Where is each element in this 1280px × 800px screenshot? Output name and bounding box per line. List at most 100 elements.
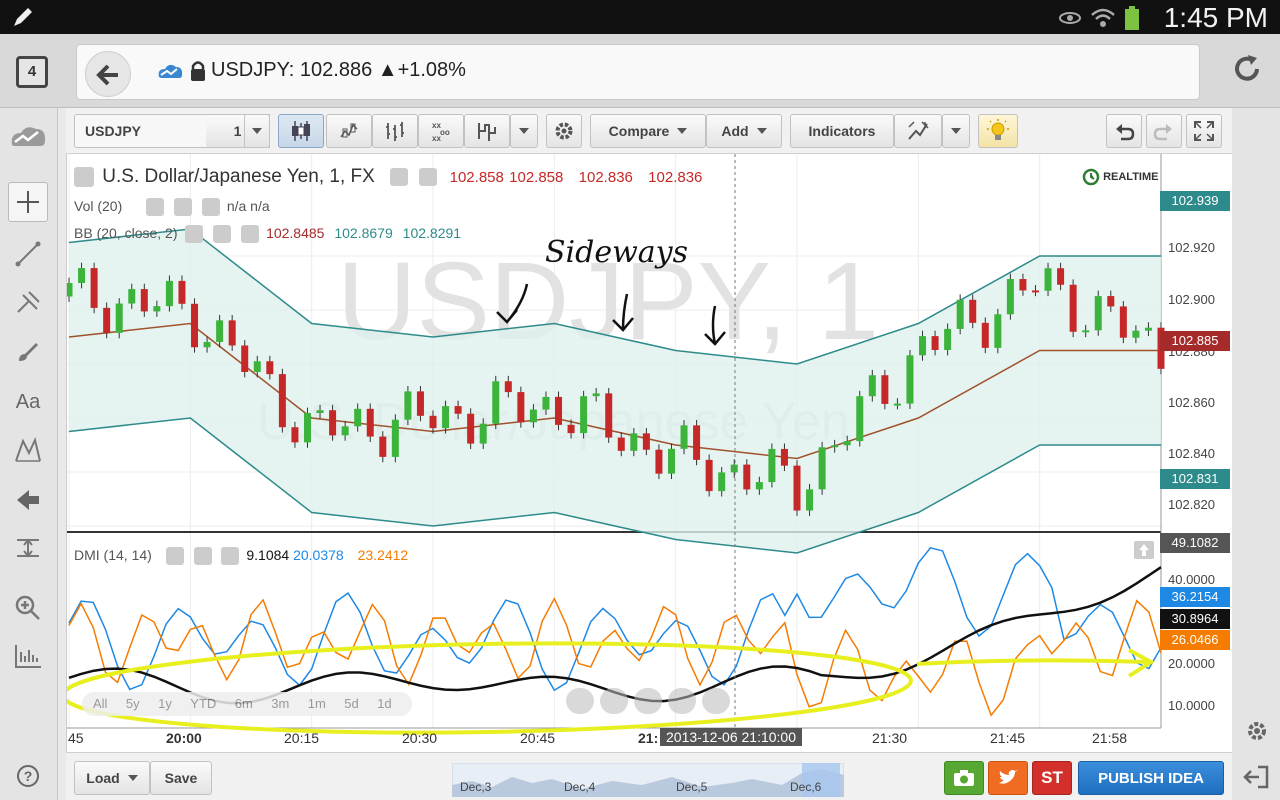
eye-icon[interactable] <box>165 547 184 566</box>
gear-icon[interactable] <box>419 167 438 186</box>
arrow-left-icon <box>17 490 39 510</box>
candle-body <box>366 408 374 437</box>
close-icon[interactable] <box>221 547 240 566</box>
indicators-button[interactable]: Indicators <box>790 114 894 148</box>
annotation-ellipse <box>67 641 913 735</box>
scroll-left-button[interactable] <box>566 688 594 714</box>
range-1m[interactable]: 1m <box>303 696 331 711</box>
redo-button[interactable] <box>1146 114 1182 148</box>
arrow-tool[interactable] <box>8 480 48 520</box>
reload-icon[interactable] <box>1230 52 1264 86</box>
pane-maximize-button[interactable] <box>1134 541 1154 559</box>
fullscreen-button[interactable] <box>1186 114 1222 148</box>
zoom-out-button[interactable] <box>600 688 628 714</box>
reset-button[interactable] <box>634 688 662 714</box>
pitchfork-tool[interactable] <box>8 282 48 322</box>
ohlc-style-button[interactable] <box>372 114 418 148</box>
wand-icon <box>908 121 929 140</box>
kagi-style-button[interactable] <box>464 114 510 148</box>
zoom-tool[interactable] <box>8 588 48 628</box>
scroll-right-button[interactable] <box>702 688 730 714</box>
tabs-button[interactable]: 4 <box>16 56 48 88</box>
dmi-plus-value: 20.0378 <box>293 547 344 563</box>
ideas-button[interactable] <box>978 114 1018 148</box>
pattern-tool[interactable] <box>8 430 48 470</box>
ohlc-low: 102.836 <box>578 169 633 186</box>
save-button[interactable]: Save <box>150 761 212 795</box>
crosshair-tool[interactable] <box>8 182 48 222</box>
range-all[interactable]: All <box>88 696 112 711</box>
gear-icon[interactable] <box>193 547 212 566</box>
logo-button[interactable] <box>6 116 50 156</box>
templates-button[interactable] <box>894 114 942 148</box>
settings-gear-icon[interactable] <box>1244 718 1270 744</box>
eye-icon[interactable] <box>390 167 409 186</box>
chart-style-dropdown[interactable] <box>510 114 538 148</box>
candle-body <box>191 303 199 348</box>
arrow-up-icon <box>1139 544 1149 556</box>
trendline-tool[interactable] <box>8 234 48 274</box>
snapshot-button[interactable] <box>944 761 984 795</box>
fullscreen-icon <box>1194 121 1214 141</box>
range-3m[interactable]: 3m <box>266 696 294 711</box>
exit-fullscreen-icon[interactable] <box>1242 764 1270 790</box>
zoom-in-button[interactable] <box>668 688 696 714</box>
help-button[interactable]: ? <box>8 756 48 796</box>
candle-body <box>555 396 563 425</box>
close-icon[interactable] <box>241 225 260 244</box>
price-tick: 102.820 <box>1168 497 1215 512</box>
candle-body <box>341 426 349 436</box>
measure-tool[interactable] <box>8 528 48 568</box>
url-bar[interactable]: USDJPY: 102.886 ▲+1.08% <box>76 44 1200 100</box>
compare-label: Compare <box>608 123 670 139</box>
volume-label: Vol (20) <box>74 198 123 214</box>
range-5y[interactable]: 5y <box>121 696 145 711</box>
navigator[interactable] <box>452 763 844 797</box>
candle-body <box>1006 279 1014 315</box>
back-button[interactable] <box>85 51 131 97</box>
load-button[interactable]: Load <box>74 761 150 795</box>
candle-body <box>1019 279 1027 291</box>
add-button[interactable]: Add <box>706 114 782 148</box>
text-tool[interactable]: Aa <box>8 382 48 422</box>
range-6m[interactable]: 6m <box>230 696 258 711</box>
close-icon[interactable] <box>201 198 220 217</box>
candle-body <box>103 307 111 333</box>
candle-body <box>592 393 600 397</box>
candle-body <box>1094 296 1102 331</box>
chevron-down-icon <box>252 128 262 134</box>
twitter-button[interactable] <box>988 761 1028 795</box>
brush-tool[interactable] <box>8 332 48 372</box>
pointfigure-style-button[interactable]: xx oo xx <box>418 114 464 148</box>
range-ytd[interactable]: YTD <box>185 696 221 711</box>
gear-icon[interactable] <box>213 225 232 244</box>
pattern-icon <box>15 436 41 462</box>
range-5d[interactable]: 5d <box>339 696 363 711</box>
stocktwits-button[interactable]: ST <box>1032 761 1072 795</box>
candle-body <box>1144 327 1152 331</box>
interval-dropdown[interactable] <box>244 114 270 148</box>
price-tick: 102.860 <box>1168 395 1215 410</box>
publish-idea-button[interactable]: PUBLISH IDEA <box>1078 761 1224 795</box>
eye-icon[interactable] <box>146 198 165 217</box>
range-1d[interactable]: 1d <box>372 696 396 711</box>
compare-button[interactable]: Compare <box>590 114 706 148</box>
indicators-label: Indicators <box>808 123 876 139</box>
chart-settings-button[interactable] <box>546 114 582 148</box>
series-color-swatch[interactable] <box>74 166 94 187</box>
bars-style-button[interactable] <box>326 114 372 148</box>
gear-icon[interactable] <box>174 198 193 217</box>
lightbulb-icon <box>987 119 1009 140</box>
ruler-tool[interactable] <box>8 636 48 676</box>
candles-style-button[interactable] <box>278 114 324 148</box>
candle-body <box>404 391 412 420</box>
candle-body <box>969 299 977 323</box>
candle-body <box>140 289 148 312</box>
eye-icon[interactable] <box>185 225 204 244</box>
candle-body <box>303 413 311 443</box>
templates-dropdown[interactable] <box>942 114 970 148</box>
zoom-in-icon <box>15 595 40 620</box>
undo-button[interactable] <box>1106 114 1142 148</box>
bb-legend: BB (20, close, 2) 102.8485 102.8679 102.… <box>74 225 461 244</box>
range-1y[interactable]: 1y <box>153 696 177 711</box>
